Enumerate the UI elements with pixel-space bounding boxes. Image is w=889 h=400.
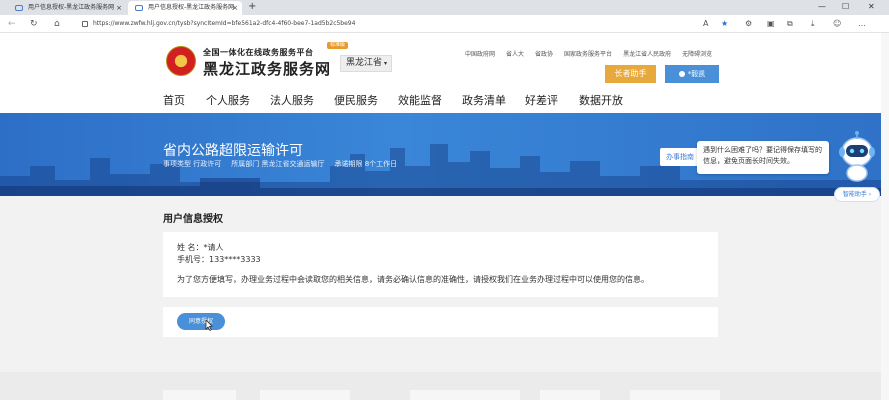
close-tab-icon[interactable]: × bbox=[116, 1, 122, 15]
top-link[interactable]: 省政协 bbox=[535, 51, 553, 58]
action-area bbox=[163, 307, 718, 337]
smart-assistant-button[interactable]: 智能助手 › bbox=[834, 187, 880, 202]
address-bar: ← ↻ ⌂ https://www.zwfw.hlj.gov.cn/tysb?s… bbox=[0, 15, 889, 33]
footer-block bbox=[163, 390, 236, 400]
nav-item-home[interactable]: 首页 bbox=[163, 92, 185, 108]
nav-item-convenience[interactable]: 便民服务 bbox=[334, 92, 378, 108]
name-value: *请人 bbox=[203, 243, 224, 252]
top-link[interactable]: 黑龙江省人民政府 bbox=[623, 51, 671, 58]
close-window-icon[interactable]: ✕ bbox=[868, 0, 875, 14]
nav-item-personal[interactable]: 个人服务 bbox=[206, 92, 250, 108]
user-info-card: 姓 名：*请人 手机号：133****3333 为了您方便填写，办理业务过程中会… bbox=[163, 232, 718, 297]
home-icon[interactable]: ⌂ bbox=[54, 17, 60, 31]
browser-tab-bar: 用户信息授权-黑龙江政务服务网 × 用户信息授权-黑龙江政务服务网 × + — … bbox=[0, 0, 889, 15]
service-deadline: 承诺期限 8个工作日 bbox=[334, 160, 398, 168]
profile-icon[interactable]: ☺ bbox=[833, 17, 841, 31]
close-tab-icon[interactable]: × bbox=[232, 1, 238, 15]
section-title: 用户信息授权 bbox=[163, 214, 223, 225]
nav-item-rating[interactable]: 好差评 bbox=[525, 92, 558, 108]
user-icon bbox=[678, 71, 685, 77]
platform-subtitle: 全国一体化在线政务服务平台 bbox=[203, 48, 314, 57]
browser-tab-1[interactable]: 用户信息授权-黑龙江政务服务网 × bbox=[8, 1, 126, 15]
user-account-button[interactable]: *毅凯 bbox=[665, 65, 719, 83]
reader-icon[interactable]: A bbox=[703, 17, 708, 31]
minimize-icon[interactable]: — bbox=[818, 0, 826, 14]
region-select[interactable]: 黑龙江省 ▾ bbox=[340, 55, 392, 72]
service-meta: 事项类型 行政许可 所属部门 黑龙江省交通运输厅 承诺期限 8个工作日 bbox=[163, 159, 407, 169]
phone-row: 手机号：133****3333 bbox=[177, 254, 261, 265]
user-name: *毅凯 bbox=[687, 70, 706, 78]
name-row: 姓 名：*请人 bbox=[177, 242, 224, 253]
nav-item-corporate[interactable]: 法人服务 bbox=[270, 92, 314, 108]
page-favicon-icon bbox=[135, 5, 143, 11]
top-link[interactable]: 省人大 bbox=[506, 51, 524, 58]
assistant-tooltip: 遇到什么困难了吗？要记得保存填写的信息，避免页面长时间失效。 bbox=[697, 141, 829, 174]
version-badge: 标准版 bbox=[327, 42, 349, 49]
browser-tab-title: 用户信息授权-黑龙江政务服务网 bbox=[28, 4, 115, 11]
downloads-icon[interactable]: ⤓ bbox=[811, 17, 815, 31]
page-favicon-icon bbox=[15, 5, 23, 11]
region-value: 黑龙江省 bbox=[346, 58, 383, 68]
agree-authorize-button[interactable]: 同意授权 bbox=[177, 313, 225, 330]
authorization-notice: 为了您方便填写，办理业务过程中会读取您的相关信息，请务必确认信息的准确性，请授权… bbox=[177, 275, 649, 284]
tabs-icon[interactable]: ⧉ bbox=[787, 17, 793, 31]
footer-block bbox=[260, 390, 350, 400]
elder-helper-button[interactable]: 长者助手 bbox=[605, 65, 656, 83]
caret-down-icon: ▾ bbox=[383, 60, 387, 67]
maximize-icon[interactable]: ☐ bbox=[842, 0, 849, 14]
more-icon[interactable]: … bbox=[858, 17, 866, 31]
new-tab-button[interactable]: + bbox=[248, 0, 256, 14]
assistant-robot-icon[interactable] bbox=[836, 130, 878, 182]
top-link[interactable]: 国家政务服务平台 bbox=[564, 51, 612, 58]
top-link[interactable]: 无障碍浏览 bbox=[682, 51, 712, 58]
service-type: 事项类型 行政许可 bbox=[163, 160, 222, 168]
site-title[interactable]: 黑龙江政务服务网 bbox=[203, 58, 331, 79]
browser-tab-2[interactable]: 用户信息授权-黑龙江政务服务网 × bbox=[128, 1, 242, 15]
top-link[interactable]: 中国政府网 bbox=[465, 51, 495, 58]
name-label: 姓 名： bbox=[177, 243, 204, 252]
mouse-cursor-icon bbox=[205, 320, 213, 331]
service-title: 省内公路超限运输许可 bbox=[163, 143, 303, 159]
url-field[interactable]: https://www.zwfw.hlj.gov.cn/tysb?syncIte… bbox=[82, 18, 355, 30]
extensions-icon[interactable]: ⚙ bbox=[745, 17, 752, 31]
lock-icon bbox=[82, 20, 88, 27]
browser-tab-title: 用户信息授权-黑龙江政务服务网 bbox=[148, 4, 235, 11]
nav-item-list[interactable]: 政务清单 bbox=[462, 92, 506, 108]
phone-label: 手机号： bbox=[177, 255, 209, 264]
url-text: https://www.zwfw.hlj.gov.cn/tysb?syncIte… bbox=[93, 20, 356, 27]
back-icon[interactable]: ← bbox=[8, 17, 16, 31]
refresh-icon[interactable]: ↻ bbox=[30, 17, 38, 31]
nav-item-supervision[interactable]: 效能监督 bbox=[398, 92, 442, 108]
service-department: 所属部门 黑龙江省交通运输厅 bbox=[231, 160, 325, 168]
top-links: 中国政府网 省人大 省政协 国家政务服务平台 黑龙江省人民政府 无障碍浏览 bbox=[465, 49, 723, 58]
favorite-star-icon[interactable]: ★ bbox=[721, 17, 728, 31]
footer-block bbox=[410, 390, 520, 400]
nav-item-data[interactable]: 数据开放 bbox=[579, 92, 623, 108]
footer-block bbox=[540, 390, 600, 400]
scrollbar[interactable] bbox=[881, 33, 889, 400]
service-guide-button[interactable]: 办事指南 bbox=[660, 148, 700, 166]
collections-icon[interactable]: ▣ bbox=[767, 17, 775, 31]
national-emblem-logo bbox=[166, 46, 196, 76]
phone-value: 133****3333 bbox=[209, 255, 261, 264]
footer-block bbox=[630, 390, 720, 400]
